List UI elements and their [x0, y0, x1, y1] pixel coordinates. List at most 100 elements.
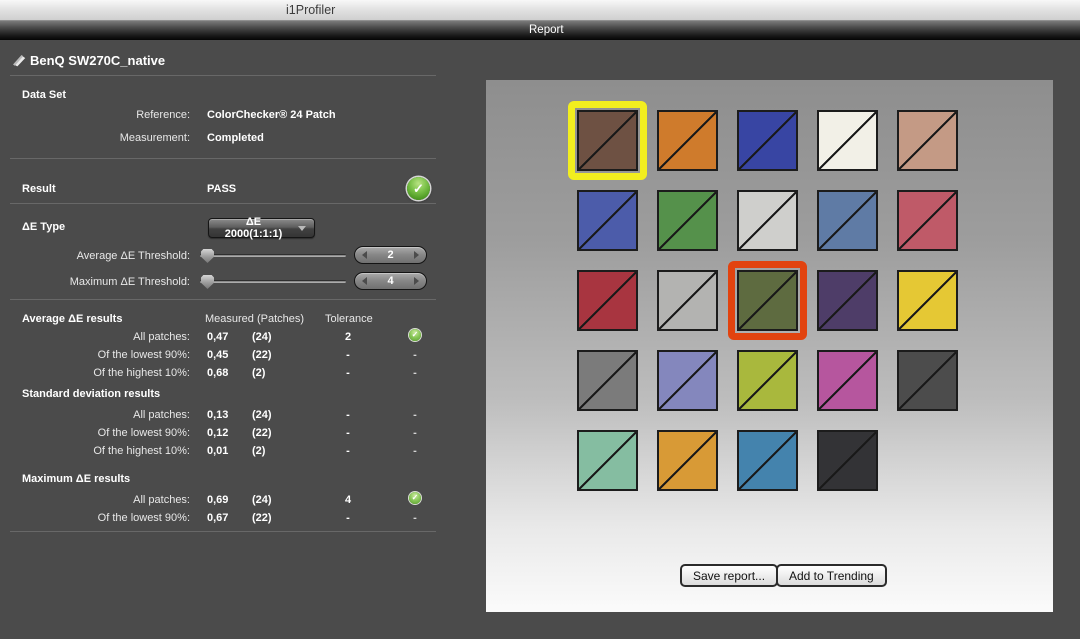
color-patch[interactable] — [897, 110, 958, 171]
tolerance-column-header: Tolerance — [325, 313, 373, 325]
stepper-decrement-icon[interactable] — [362, 251, 367, 259]
pass-check-icon: ✓ — [407, 177, 430, 200]
i1profiler-window: i1Profiler Report BenQ SW270C_native Dat… — [0, 0, 1080, 639]
color-patch[interactable] — [737, 110, 798, 171]
app-title: i1Profiler — [286, 0, 335, 21]
measured-value: 0,45 — [207, 349, 228, 361]
de-type-selected: ΔE 2000(1:1:1) — [217, 216, 290, 240]
maximum-threshold-stepper[interactable]: 4 — [354, 272, 427, 290]
color-patch[interactable] — [737, 430, 798, 491]
color-patch[interactable] — [817, 190, 878, 251]
tolerance-value: 4 — [330, 494, 366, 506]
color-patch[interactable] — [737, 190, 798, 251]
measured-value: 0,69 — [207, 494, 228, 506]
color-patch[interactable] — [737, 270, 798, 331]
status-cell: - — [404, 510, 426, 522]
row-label: Of the highest 10%: — [30, 367, 190, 379]
color-patch[interactable] — [817, 430, 878, 491]
status-cell: ✓ — [404, 329, 426, 341]
measured-value: 0,01 — [207, 445, 228, 457]
color-patch[interactable] — [577, 270, 638, 331]
divider — [10, 299, 436, 300]
patch-count: (22) — [252, 427, 272, 439]
patch-panel: Save report... Add to Trending — [486, 80, 1053, 612]
patch-count: (2) — [252, 445, 265, 457]
report-tab-label: Report — [529, 21, 564, 40]
measured-column-header: Measured (Patches) — [205, 313, 304, 325]
measured-value: 0,67 — [207, 512, 228, 524]
tolerance-value: - — [330, 349, 366, 361]
measured-value: 0,47 — [207, 331, 228, 343]
average-threshold-stepper[interactable]: 2 — [354, 246, 427, 264]
color-patch[interactable] — [657, 110, 718, 171]
save-report-button[interactable]: Save report... — [680, 564, 778, 587]
average-threshold-label: Average ΔE Threshold: — [20, 250, 190, 262]
add-to-trending-button[interactable]: Add to Trending — [776, 564, 887, 587]
tolerance-value: - — [330, 512, 366, 524]
report-header-bar: Report — [0, 21, 1080, 40]
color-patch[interactable] — [657, 270, 718, 331]
profile-name: BenQ SW270C_native — [30, 53, 165, 68]
average-threshold-slider[interactable] — [200, 254, 346, 257]
color-patch[interactable] — [817, 350, 878, 411]
patch-count: (24) — [252, 409, 272, 421]
color-patch[interactable] — [657, 190, 718, 251]
row-label: All patches: — [30, 494, 190, 506]
maximum-threshold-value: 4 — [387, 275, 393, 287]
divider — [10, 158, 436, 159]
measurement-value: Completed — [207, 132, 264, 144]
color-patch[interactable] — [657, 350, 718, 411]
pass-check-icon: ✓ — [409, 329, 421, 341]
color-patch[interactable] — [737, 350, 798, 411]
patch-count: (22) — [252, 349, 272, 361]
color-patch[interactable] — [897, 270, 958, 331]
status-cell: - — [404, 425, 426, 437]
chevron-down-icon — [298, 226, 306, 231]
color-patch[interactable] — [817, 110, 878, 171]
average-threshold-slider-thumb[interactable] — [201, 249, 214, 263]
de-type-label: ΔE Type — [22, 221, 65, 233]
no-tolerance-dash: - — [413, 427, 417, 439]
maximum-threshold-label: Maximum ΔE Threshold: — [20, 276, 190, 288]
row-label: Of the lowest 90%: — [30, 349, 190, 361]
color-patch[interactable] — [577, 350, 638, 411]
color-patch[interactable] — [657, 430, 718, 491]
stepper-decrement-icon[interactable] — [362, 277, 367, 285]
tolerance-value: - — [330, 445, 366, 457]
color-patch[interactable] — [577, 430, 638, 491]
tolerance-value: - — [330, 409, 366, 421]
maximum-threshold-slider-thumb[interactable] — [201, 275, 214, 289]
patch-count: (2) — [252, 367, 265, 379]
status-cell: - — [404, 347, 426, 359]
measured-value: 0,68 — [207, 367, 228, 379]
tolerance-value: 2 — [330, 331, 366, 343]
color-patch[interactable] — [897, 190, 958, 251]
measurement-label: Measurement: — [48, 132, 190, 144]
average-threshold-value: 2 — [387, 249, 393, 261]
pass-check-icon: ✓ — [409, 492, 421, 504]
de-type-dropdown[interactable]: ΔE 2000(1:1:1) — [208, 218, 315, 238]
status-cell: - — [404, 443, 426, 455]
color-patch[interactable] — [577, 190, 638, 251]
divider — [10, 203, 436, 204]
color-patch[interactable] — [897, 350, 958, 411]
window-titlebar: i1Profiler — [0, 0, 1080, 21]
no-tolerance-dash: - — [413, 367, 417, 379]
maximum-threshold-slider[interactable] — [200, 280, 346, 283]
no-tolerance-dash: - — [413, 445, 417, 457]
section-heading: Maximum ΔE results — [22, 473, 130, 485]
reference-value: ColorChecker® 24 Patch — [207, 109, 336, 121]
color-patch[interactable] — [817, 270, 878, 331]
stepper-increment-icon[interactable] — [414, 277, 419, 285]
stepper-increment-icon[interactable] — [414, 251, 419, 259]
section-heading: Average ΔE results — [22, 313, 122, 325]
measured-value: 0,12 — [207, 427, 228, 439]
status-cell: - — [404, 365, 426, 377]
color-patch[interactable] — [577, 110, 638, 171]
row-label: All patches: — [30, 331, 190, 343]
row-label: All patches: — [30, 409, 190, 421]
no-tolerance-dash: - — [413, 349, 417, 361]
no-tolerance-dash: - — [413, 512, 417, 524]
divider — [10, 531, 436, 532]
patch-count: (24) — [252, 331, 272, 343]
